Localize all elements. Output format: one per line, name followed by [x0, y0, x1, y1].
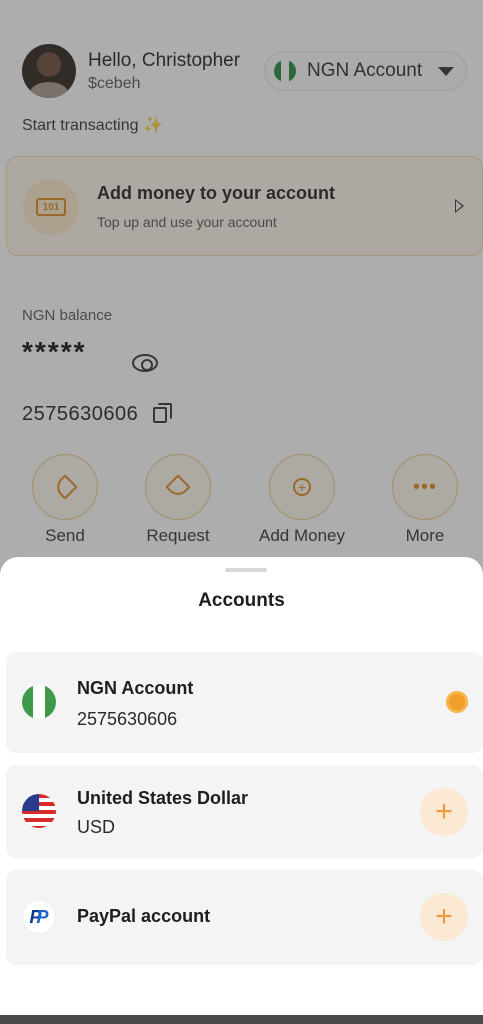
paypal-icon: PP — [22, 900, 56, 934]
plus-icon: + — [435, 795, 453, 828]
add-account-button[interactable]: + — [420, 788, 468, 836]
system-nav-bar — [0, 1015, 483, 1024]
account-row-usd[interactable]: United States Dollar USD + — [6, 765, 483, 858]
accounts-sheet: Accounts NGN Account 2575630606 United S… — [0, 557, 483, 1015]
account-name: NGN Account — [77, 678, 194, 698]
account-name: PayPal account — [77, 906, 211, 926]
account-row-ngn[interactable]: NGN Account 2575630606 — [6, 652, 483, 753]
account-detail: 2575630606 — [77, 709, 178, 729]
selected-radio-icon[interactable] — [446, 691, 468, 713]
account-detail: USD — [77, 817, 116, 837]
sheet-drag-handle[interactable] — [225, 568, 267, 572]
nigeria-flag-icon — [22, 685, 56, 719]
plus-icon: + — [435, 900, 453, 933]
account-name: United States Dollar — [77, 788, 249, 808]
sheet-title: Accounts — [198, 590, 285, 611]
add-account-button[interactable]: + — [420, 893, 468, 941]
us-flag-icon — [22, 794, 56, 828]
account-row-paypal[interactable]: PP PayPal account + — [6, 870, 483, 965]
